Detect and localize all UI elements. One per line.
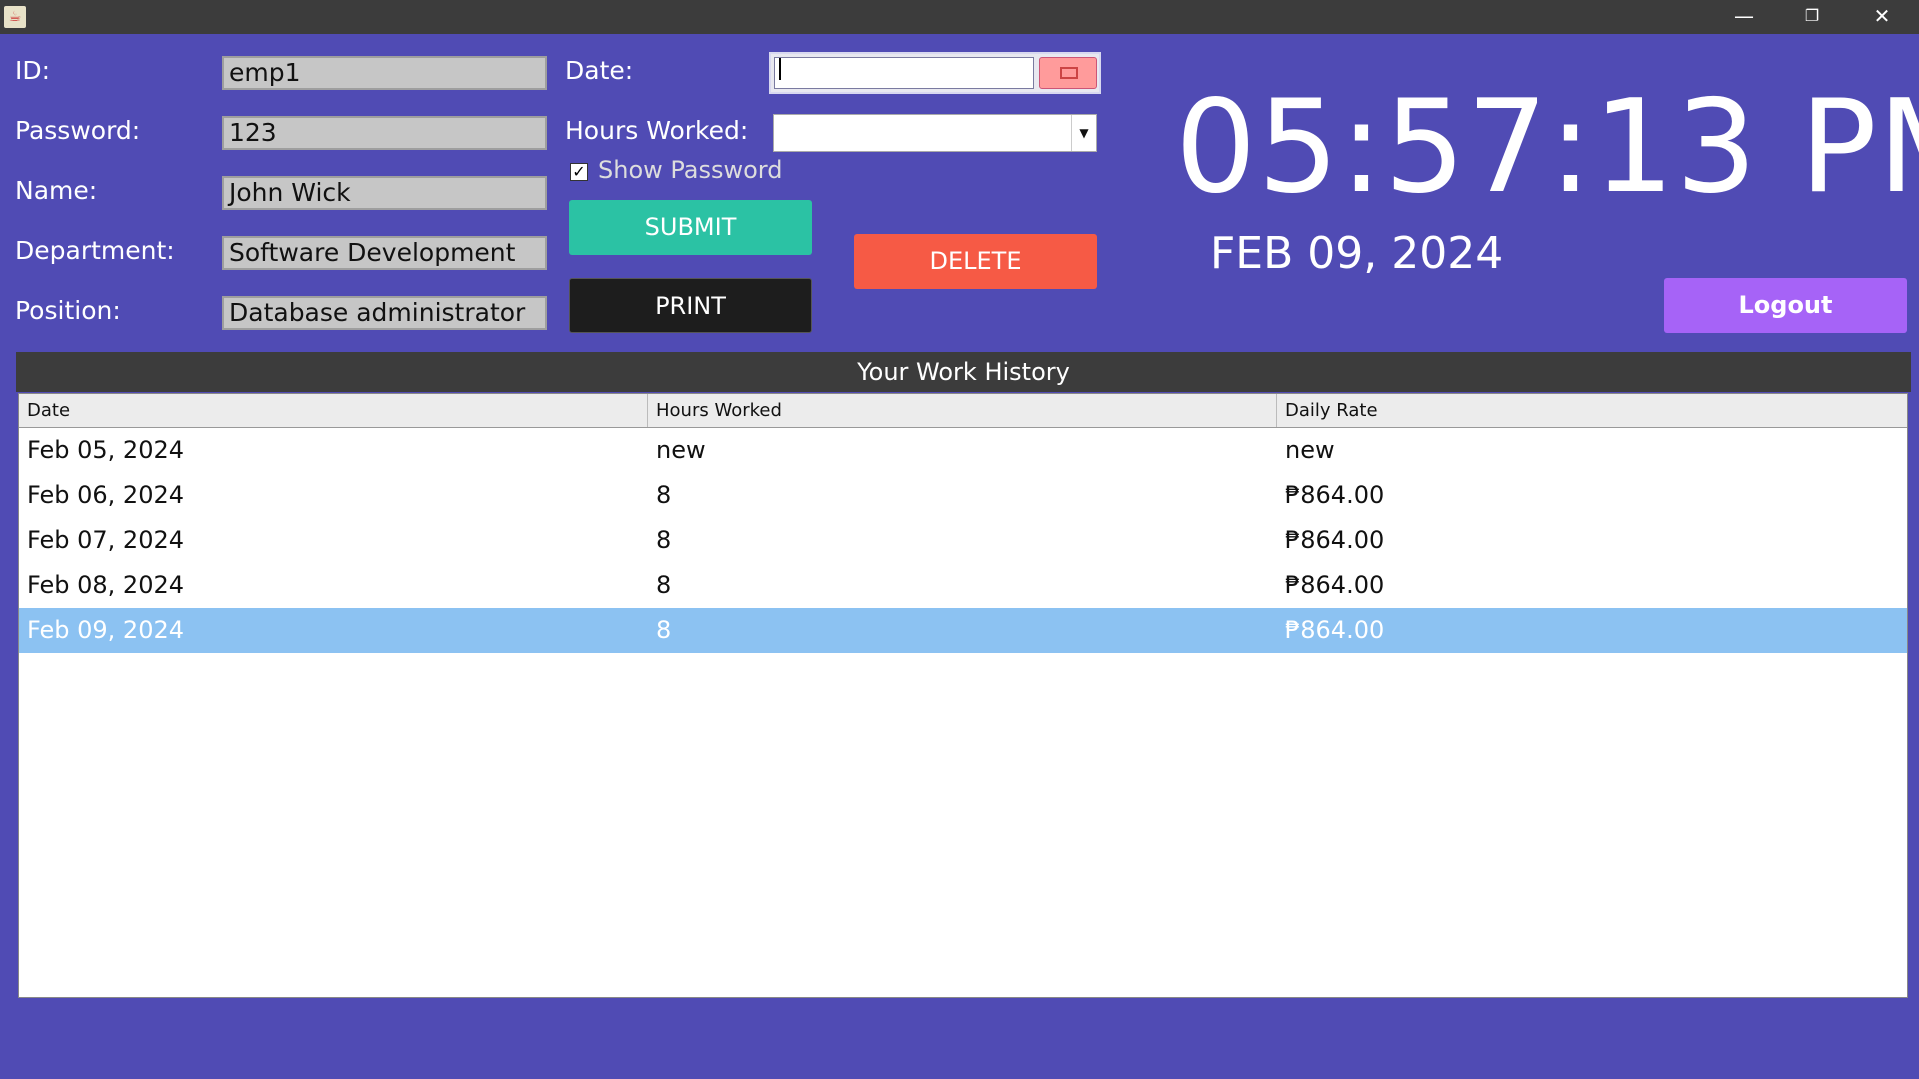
department-label: Department: [15,236,175,265]
cell-daily-rate: new [1285,436,1335,464]
title-bar: ☕ — ❐ ✕ [0,0,1919,34]
cell-hours-worked: 8 [656,616,672,644]
column-header-date[interactable]: Date [19,394,648,427]
cell-daily-rate: ₱864.00 [1285,481,1385,509]
print-button[interactable]: PRINT [569,278,812,333]
maximize-icon[interactable]: ❐ [1778,0,1846,34]
cell-date: Feb 09, 2024 [27,616,184,644]
hours-worked-label: Hours Worked: [565,116,749,145]
table-row[interactable]: Feb 07, 2024 8 ₱864.00 [19,518,1907,563]
password-label: Password: [15,116,141,145]
date-label: Date: [565,56,634,85]
cell-hours-worked: 8 [656,481,672,509]
name-field[interactable]: John Wick [222,176,547,210]
submit-button[interactable]: SUBMIT [569,200,812,255]
cell-daily-rate: ₱864.00 [1285,526,1385,554]
logout-button[interactable]: Logout [1664,278,1907,333]
table-row[interactable]: Feb 09, 2024 8 ₱864.00 [19,608,1907,653]
chevron-down-icon[interactable]: ▼ [1071,115,1096,151]
cell-date: Feb 06, 2024 [27,481,184,509]
cell-hours-worked: 8 [656,571,672,599]
department-field[interactable]: Software Development [222,236,547,270]
cell-daily-rate: ₱864.00 [1285,571,1385,599]
cell-date: Feb 08, 2024 [27,571,184,599]
cell-date: Feb 07, 2024 [27,526,184,554]
clock-time: 05:57:13 PM [1175,73,1919,222]
show-password-label[interactable]: Show Password [598,156,783,184]
java-icon: ☕ [4,6,26,28]
column-header-daily-rate[interactable]: Daily Rate [1277,394,1907,427]
id-label: ID: [15,56,51,85]
calendar-button[interactable] [1039,57,1097,89]
hours-worked-dropdown[interactable]: ▼ [773,114,1097,152]
table-header: Date Hours Worked Daily Rate [19,394,1907,428]
calendar-icon [1060,67,1078,79]
id-field[interactable]: emp1 [222,56,547,90]
text-caret [779,58,781,80]
cell-hours-worked: 8 [656,526,672,554]
table-row[interactable]: Feb 08, 2024 8 ₱864.00 [19,563,1907,608]
delete-button[interactable]: DELETE [854,234,1097,289]
current-date: FEB 09, 2024 [1210,228,1504,279]
minimize-icon[interactable]: — [1710,0,1778,34]
close-icon[interactable]: ✕ [1848,0,1916,34]
cell-hours-worked: new [656,436,706,464]
position-field[interactable]: Database administrator [222,296,547,330]
name-label: Name: [15,176,98,205]
work-history-title: Your Work History [16,352,1911,392]
date-input[interactable] [774,57,1034,89]
cell-daily-rate: ₱864.00 [1285,616,1385,644]
show-password-checkbox[interactable]: ✓ [570,163,588,181]
table-row[interactable]: Feb 05, 2024 new new [19,428,1907,473]
password-field[interactable]: 123 [222,116,547,150]
position-label: Position: [15,296,121,325]
cell-date: Feb 05, 2024 [27,436,184,464]
work-history-table: Date Hours Worked Daily Rate Feb 05, 202… [18,393,1908,998]
column-header-hours-worked[interactable]: Hours Worked [648,394,1277,427]
table-row[interactable]: Feb 06, 2024 8 ₱864.00 [19,473,1907,518]
date-picker [769,52,1101,94]
